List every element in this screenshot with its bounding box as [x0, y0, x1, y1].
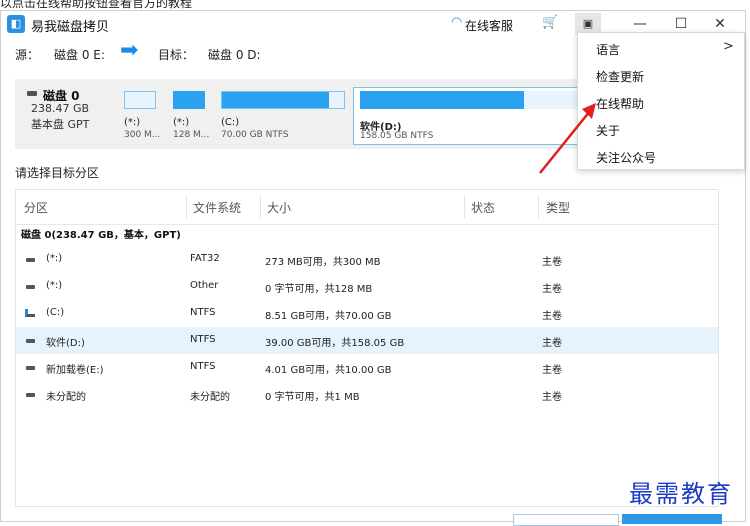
- partition-label: (C:): [221, 117, 240, 128]
- partition-bar[interactable]: [221, 91, 345, 109]
- row-filesystem: NTFS: [190, 307, 216, 318]
- partition-used-fill: [222, 92, 330, 108]
- menu-item-language[interactable]: 语言 >: [578, 35, 744, 62]
- menu-icon: ▣: [582, 17, 594, 30]
- row-partition: 未分配的: [46, 392, 86, 403]
- partition-sub: 300 M...: [124, 130, 161, 140]
- next-button[interactable]: [622, 514, 722, 524]
- table-row[interactable]: 新加载卷(E:) NTFS 4.01 GB可用，共10.00 GB 主卷: [16, 354, 718, 381]
- arrow-right-icon: ➡: [120, 38, 139, 63]
- menu-item-label: 检查更新: [596, 70, 645, 84]
- disk-map-panel: 磁盘 0 238.47 GB 基本盘 GPT (*:) 300 M... (*:…: [15, 79, 587, 149]
- column-divider: [186, 196, 187, 218]
- disk-size: 238.47 GB: [31, 102, 90, 115]
- row-filesystem: FAT32: [190, 253, 220, 264]
- target-value: 磁盘 0 D:: [208, 48, 261, 62]
- source-label: 源：: [15, 48, 40, 62]
- table-header: 分区 文件系统 大小 状态 类型: [16, 190, 718, 225]
- row-size: 0 字节可用，共1 MB: [265, 392, 360, 403]
- partition-icon: [26, 393, 35, 397]
- app-title: 易我磁盘拷贝: [31, 20, 110, 35]
- column-header-type[interactable]: 类型: [546, 199, 570, 216]
- partition-icon: [26, 258, 35, 262]
- partition-sub: 128 M...: [173, 130, 210, 140]
- disk-icon: [27, 91, 37, 96]
- target-label: 目标：: [158, 48, 195, 62]
- windows-drive-icon: [25, 309, 35, 317]
- partition-icon: [26, 285, 35, 289]
- back-button[interactable]: [513, 514, 619, 526]
- column-header-filesystem[interactable]: 文件系统: [193, 199, 241, 216]
- partition-label: (*:): [124, 117, 141, 128]
- menu-item-label: 语言: [596, 43, 621, 57]
- row-type: 主卷: [542, 257, 562, 268]
- partition-bar[interactable]: [173, 91, 205, 109]
- row-type: 主卷: [542, 311, 562, 322]
- column-divider: [538, 196, 539, 218]
- chevron-right-icon: >: [723, 39, 734, 54]
- disk-group-label: 磁盘 0(238.47 GB，基本，GPT): [21, 230, 181, 241]
- table-row[interactable]: (*:) Other 0 字节可用，共128 MB 主卷: [16, 273, 718, 300]
- partition-bar[interactable]: [124, 91, 156, 109]
- app-logo-icon: ◧: [7, 15, 25, 33]
- row-partition: 软件(D:): [46, 338, 85, 349]
- row-type: 主卷: [542, 284, 562, 295]
- row-partition: 新加载卷(E:): [46, 365, 104, 376]
- row-size: 8.51 GB可用，共70.00 GB: [265, 311, 392, 322]
- source-value: 磁盘 0 E:: [54, 48, 105, 62]
- row-size: 273 MB可用，共300 MB: [265, 257, 381, 268]
- row-partition: (*:): [46, 280, 63, 291]
- partition-icon: [26, 339, 35, 343]
- cart-icon[interactable]: 🛒: [542, 15, 558, 30]
- row-size: 39.00 GB可用，共158.05 GB: [265, 338, 405, 349]
- online-service-button[interactable]: 在线客服: [465, 17, 513, 34]
- row-filesystem: Other: [190, 280, 219, 291]
- row-type: 主卷: [542, 392, 562, 403]
- column-divider: [260, 196, 261, 218]
- menu-item-check-update[interactable]: 检查更新: [578, 62, 744, 89]
- watermark-text: 最需教育: [629, 480, 733, 508]
- partition-sub: 158.05 GB NTFS: [360, 131, 434, 141]
- annotation-arrow: [539, 103, 596, 174]
- table-row[interactable]: 未分配的 未分配的 0 字节可用，共1 MB 主卷: [16, 381, 718, 408]
- choose-target-label: 请选择目标分区: [15, 166, 100, 180]
- row-type: 主卷: [542, 365, 562, 376]
- table-row[interactable]: (*:) FAT32 273 MB可用，共300 MB 主卷: [16, 246, 718, 273]
- partition-sub: 70.00 GB NTFS: [221, 130, 289, 140]
- column-header-partition[interactable]: 分区: [24, 199, 48, 216]
- row-filesystem: 未分配的: [190, 392, 230, 403]
- table-row-selected[interactable]: 软件(D:) NTFS 39.00 GB可用，共158.05 GB 主卷: [16, 327, 718, 354]
- table-row[interactable]: (C:) NTFS 8.51 GB可用，共70.00 GB 主卷: [16, 300, 718, 327]
- column-divider: [464, 196, 465, 218]
- column-header-size[interactable]: 大小: [267, 199, 291, 216]
- partition-label: (*:): [173, 117, 190, 128]
- row-type: 主卷: [542, 338, 562, 349]
- row-size: 4.01 GB可用，共10.00 GB: [265, 365, 392, 376]
- row-filesystem: NTFS: [190, 361, 216, 372]
- row-partition: (*:): [46, 253, 63, 264]
- row-filesystem: NTFS: [190, 334, 216, 345]
- headset-icon[interactable]: ◠: [451, 16, 464, 30]
- row-partition: (C:): [46, 307, 65, 318]
- disk-type: 基本盘 GPT: [31, 118, 90, 131]
- partition-used-fill: [360, 91, 524, 109]
- partition-icon: [26, 366, 35, 370]
- column-header-status[interactable]: 状态: [471, 199, 495, 216]
- row-size: 0 字节可用，共128 MB: [265, 284, 373, 295]
- partition-table: 分区 文件系统 大小 状态 类型 磁盘 0(238.47 GB，基本，GPT) …: [15, 189, 719, 507]
